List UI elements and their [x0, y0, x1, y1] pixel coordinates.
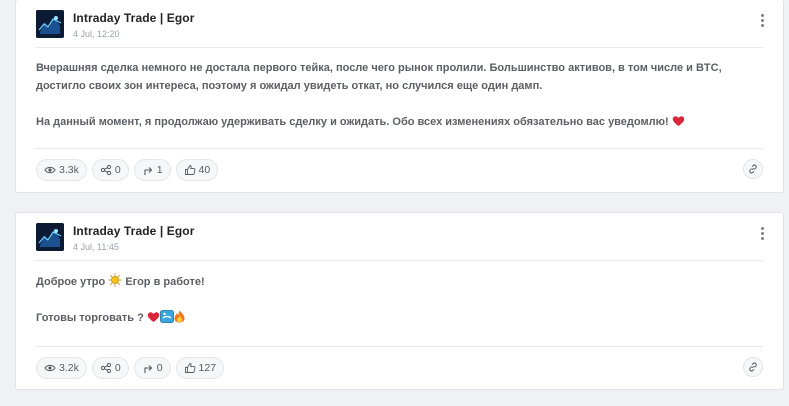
divider: [36, 346, 763, 347]
forwards-count[interactable]: 0: [133, 357, 171, 379]
fire-icon: [174, 310, 185, 323]
heart-icon: [147, 312, 160, 322]
divider: [36, 260, 763, 261]
divider: [36, 47, 763, 48]
divider: [36, 148, 763, 149]
post-paragraph: Егор в работе!: [125, 276, 205, 288]
post-paragraph: Вчерашняя сделка немного не достала перв…: [36, 62, 722, 92]
post-line-with-emoji: Готовы торговать ?: [36, 309, 759, 327]
forward-icon: [144, 167, 152, 175]
post-card: Intraday Trade | Egor 4 Jul, 12:20 Вчера…: [15, 0, 784, 193]
link-icon: [749, 362, 757, 372]
post-card: Intraday Trade | Egor 4 Jul, 11:45 Добро…: [15, 212, 784, 390]
share-icon: [100, 164, 111, 176]
copy-link-button[interactable]: [743, 159, 763, 179]
post-text: Доброе утро Егор в работе! Готовы торгов…: [36, 273, 759, 327]
forward-icon: [144, 365, 152, 373]
dollar-emoji-icon: [159, 310, 174, 323]
sun-icon: [108, 273, 122, 287]
post-stats: 3.3k 0 1 40: [36, 159, 219, 181]
likes-count[interactable]: 40: [175, 159, 219, 181]
views-count[interactable]: 3.2k: [36, 357, 87, 379]
post-paragraph: На данный момент, я продолжаю удерживать…: [36, 116, 669, 128]
post-stats: 3.2k 0 0 127: [36, 357, 225, 379]
channel-avatar[interactable]: [36, 10, 64, 38]
views-count[interactable]: 3.3k: [36, 159, 87, 181]
thumbs-up-icon: [184, 363, 195, 373]
post-text: Вчерашняя сделка немного не достала перв…: [36, 59, 759, 131]
post-timestamp: 4 Jul, 12:20: [73, 29, 120, 39]
more-vertical-icon[interactable]: [759, 227, 765, 243]
link-icon: [749, 164, 757, 174]
eye-icon: [44, 166, 56, 174]
post-paragraph: Доброе утро: [36, 276, 106, 288]
eye-icon: [44, 364, 56, 372]
channel-avatar[interactable]: [36, 223, 64, 251]
forwards-count[interactable]: 1: [133, 159, 171, 181]
post-paragraph-with-emoji: На данный момент, я продолжаю удерживать…: [36, 113, 759, 131]
author-name[interactable]: Intraday Trade | Egor: [73, 11, 195, 25]
likes-count[interactable]: 127: [175, 357, 225, 379]
more-vertical-icon[interactable]: [759, 14, 765, 30]
heart-icon: [672, 116, 684, 126]
copy-link-button[interactable]: [743, 357, 763, 377]
shares-count[interactable]: 0: [91, 357, 129, 379]
post-timestamp: 4 Jul, 11:45: [73, 242, 119, 252]
thumbs-up-icon: [184, 165, 195, 175]
author-name[interactable]: Intraday Trade | Egor: [73, 224, 195, 238]
share-icon: [100, 362, 111, 374]
post-line-with-emoji: Доброе утро Егор в работе!: [36, 273, 759, 291]
post-paragraph: Готовы торговать ?: [36, 312, 144, 324]
shares-count[interactable]: 0: [91, 159, 129, 181]
